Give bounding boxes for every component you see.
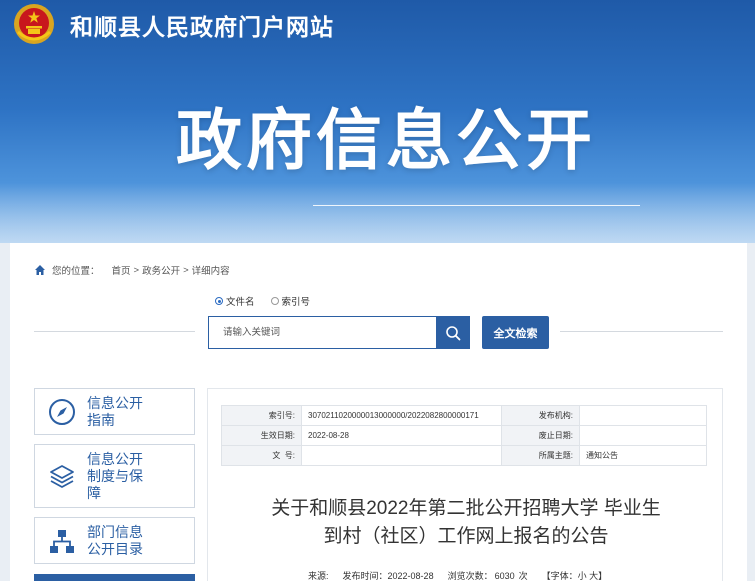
- article-date-value: 2022-08-28: [387, 571, 434, 581]
- index-value: 3070211020000013000000/2022082800000171: [301, 405, 502, 426]
- radio-index[interactable]: [270, 297, 279, 305]
- search-option-index-label: 索引号: [281, 297, 311, 308]
- table-row: 索引号: 3070211020000013000000/202208280000…: [221, 405, 707, 426]
- agency-value: [579, 405, 707, 426]
- search-option-filename-label: 文件名: [226, 297, 255, 308]
- national-emblem-icon: [14, 4, 54, 44]
- sidebar-item-system-label: 信息公开 制度与保 障: [87, 451, 143, 502]
- sidebar-item-guide-label: 信息公开 指南: [87, 395, 143, 429]
- breadcrumb-prefix: 您的位置：: [52, 266, 100, 277]
- label-line: 指南: [87, 411, 115, 428]
- sidebar-item-catalog-label: 部门信息 公开目录: [87, 524, 143, 558]
- label-line: 信息公开: [87, 450, 143, 467]
- effective-label: 生效日期:: [221, 425, 302, 446]
- sidebar-item-system[interactable]: 信息公开 制度与保 障: [34, 444, 195, 508]
- search-input[interactable]: [209, 317, 437, 348]
- sidebar-item-active[interactable]: [34, 574, 195, 581]
- search-icon: [445, 325, 460, 340]
- breadcrumb: 您的位置： 首页 > 政务公开 > 详细内容: [34, 263, 233, 277]
- site-title[interactable]: 和顺县人民政府门户网站: [70, 8, 334, 42]
- search-divider-right: [560, 331, 723, 332]
- search-option-index[interactable]: 索引号: [270, 294, 311, 308]
- metadata-table: 索引号: 3070211020000013000000/202208280000…: [221, 405, 707, 466]
- radio-filename[interactable]: [215, 297, 223, 305]
- label-line: 障: [87, 484, 101, 501]
- sidebar-item-guide[interactable]: 信息公开 指南: [34, 388, 195, 435]
- effective-value: 2022-08-28: [301, 425, 502, 446]
- article-card: 索引号: 3070211020000013000000/202208280000…: [207, 388, 723, 581]
- agency-label: 发布机构:: [501, 405, 580, 426]
- breadcrumb-gov-affairs[interactable]: 政务公开: [142, 263, 180, 277]
- sidebar-item-catalog[interactable]: 部门信息 公开目录: [34, 517, 195, 564]
- index-label: 索引号:: [221, 405, 302, 426]
- article-views-unit: 次: [518, 571, 528, 581]
- expire-value: [579, 425, 707, 446]
- breadcrumb-home[interactable]: 首页: [112, 263, 131, 277]
- article-views-value: 6030: [494, 571, 515, 581]
- article-title: 关于和顺县2022年第二批公开招聘大学 毕业生 到村（社区）工作网上报名的公告: [208, 495, 724, 551]
- topic-value: 通知公告: [579, 445, 707, 466]
- label-line: 公开目录: [87, 540, 143, 557]
- home-icon: [35, 265, 45, 275]
- label-line: 信息公开: [87, 394, 143, 411]
- docno-value: [301, 445, 502, 466]
- breadcrumb-current: 详细内容: [191, 266, 230, 277]
- expire-label: 废止日期:: [501, 425, 580, 446]
- org-chart-icon: [50, 529, 74, 553]
- font-size-control[interactable]: 【字体：小 大】: [542, 569, 608, 581]
- article-source: 来源:: [308, 571, 329, 581]
- hero-title: 政府信息公开: [176, 103, 596, 177]
- search-divider-left: [34, 331, 195, 332]
- main-panel: 您的位置： 首页 > 政务公开 > 详细内容 文件名 索引号 全文检索: [10, 243, 747, 581]
- breadcrumb-separator: >: [183, 264, 189, 276]
- table-row: 文 号: 所属主题: 通知公告: [221, 445, 707, 466]
- header-banner: 和顺县人民政府门户网站 政府信息公开: [0, 0, 755, 243]
- search-button[interactable]: [436, 317, 469, 348]
- article-views-label: 浏览次数：: [447, 571, 493, 581]
- article-views: 浏览次数： 6030 次: [448, 569, 528, 581]
- breadcrumb-separator: >: [133, 264, 140, 276]
- article-meta: 来源: 发布时间：2022-08-28 浏览次数： 6030 次 【字体：小 大】: [308, 569, 607, 581]
- hero-divider: [313, 205, 640, 206]
- fulltext-search-button[interactable]: 全文检索: [482, 316, 549, 349]
- article-date-label: 发布时间：: [342, 571, 388, 581]
- article-title-line: 关于和顺县2022年第二批公开招聘大学 毕业生: [271, 498, 661, 519]
- label-line: 部门信息: [87, 523, 143, 540]
- search-box: [208, 316, 470, 349]
- table-row: 生效日期: 2022-08-28 废止日期:: [221, 425, 707, 446]
- docno-label: 文 号:: [221, 445, 302, 466]
- article-date: 发布时间：2022-08-28: [343, 569, 434, 581]
- layers-icon: [50, 465, 74, 488]
- topic-label: 所属主题:: [501, 445, 580, 466]
- search-type-options: 文件名 索引号: [215, 294, 326, 308]
- compass-icon: [49, 398, 75, 425]
- label-line: 制度与保: [87, 467, 143, 484]
- search-option-filename[interactable]: 文件名: [215, 294, 255, 308]
- article-title-line: 到村（社区）工作网上报名的公告: [323, 526, 609, 547]
